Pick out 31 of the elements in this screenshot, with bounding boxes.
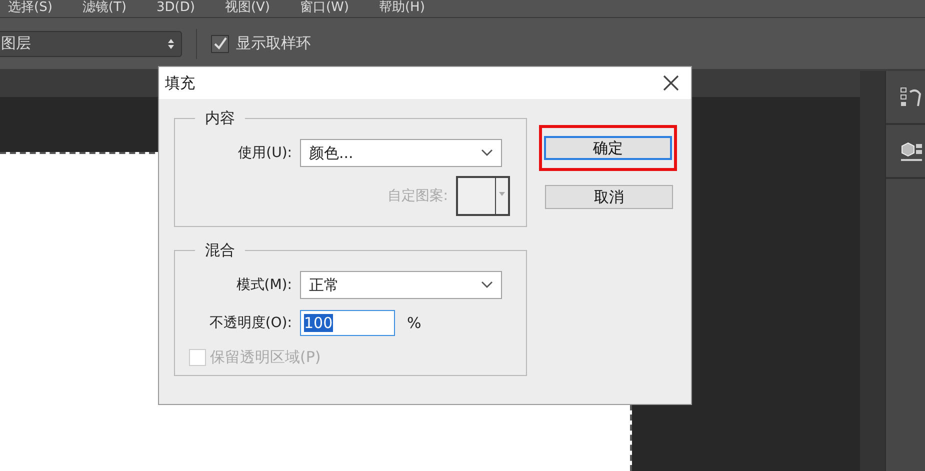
menu-item[interactable]: 3D(D) (156, 0, 195, 16)
field-label: 自定图案: (386, 187, 449, 205)
group-legend: 混合 (195, 241, 245, 260)
unit-label: % (407, 314, 422, 332)
chevron-icon (481, 281, 493, 289)
dialog-title: 填充 (165, 74, 195, 92)
field-label: 不透明度(O): (208, 314, 293, 332)
sample-select[interactable]: 图层 (0, 30, 182, 56)
pattern-picker[interactable] (456, 176, 510, 216)
mode-select[interactable]: 正常 (300, 271, 502, 299)
cube-icon (900, 140, 922, 162)
close-icon[interactable] (663, 75, 679, 91)
menu-item[interactable]: 帮助(H) (378, 0, 425, 16)
checkbox-label: 显示取样环 (236, 34, 311, 53)
checkbox[interactable] (211, 34, 229, 52)
menu-item[interactable]: 视图(V) (224, 0, 270, 16)
group-legend: 内容 (195, 109, 245, 128)
menu-item[interactable]: 滤镜(T) (82, 0, 126, 16)
checkbox-label: 保留透明区域(P) (210, 348, 321, 367)
field-label: 模式(M): (235, 276, 293, 294)
up-down-icon (167, 38, 175, 50)
dialog-button[interactable]: 取消 (545, 185, 673, 209)
field-label: 使用(U): (237, 144, 293, 162)
menu-item[interactable]: 选择(S) (8, 0, 52, 16)
opacity-field[interactable]: 100 (300, 310, 395, 336)
caret-icon (499, 192, 505, 196)
dialog-button[interactable]: 确定 (544, 136, 672, 160)
menu-item[interactable]: 窗口(W) (300, 0, 349, 16)
history-icon (900, 86, 922, 108)
use-select[interactable]: 颜色... (300, 139, 502, 167)
chevron-icon (481, 149, 493, 157)
